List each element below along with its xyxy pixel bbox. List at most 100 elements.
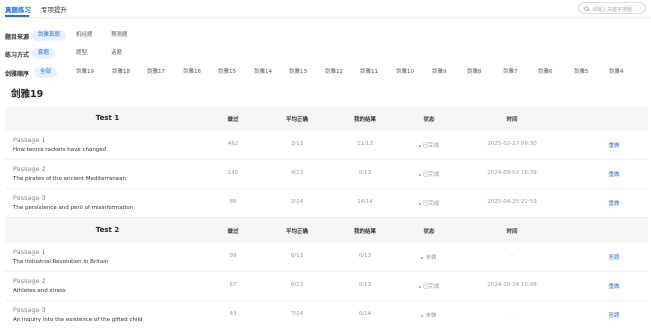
order-option-14[interactable]: 剑雅14 <box>248 67 278 78</box>
group-header: Test 1 做过 平均正确 我的结果 状态 时间 <box>5 106 648 131</box>
top-tab-bar: 真题练习 专项提升 请输入关键字搜题 <box>0 0 651 18</box>
status-badge: 已完成 <box>399 141 459 149</box>
completion-time: - <box>511 311 513 317</box>
passage-number: Passage 2 <box>13 277 46 285</box>
order-option-13[interactable]: 剑雅13 <box>283 67 313 78</box>
table-row: Passage 1 How tennis rackets have change… <box>5 131 648 160</box>
order-option-12[interactable]: 剑雅12 <box>319 67 349 78</box>
answer-button[interactable]: 答题 <box>599 311 629 319</box>
status-dot-icon <box>421 314 424 317</box>
order-option-10[interactable]: 剑雅10 <box>390 67 420 78</box>
column-done: 做过 <box>227 229 239 235</box>
avg-score: 7/14 <box>290 311 304 317</box>
done-count: 99 <box>229 253 237 259</box>
order-option-15[interactable]: 剑雅15 <box>212 67 242 78</box>
answer-button[interactable]: 答题 <box>599 253 629 261</box>
status-text: 未做 <box>425 255 437 261</box>
redo-button[interactable]: 重做 <box>599 282 629 290</box>
status-dot-icon <box>421 256 424 259</box>
completion-time: 2025-04-25 22:59 <box>487 199 537 205</box>
order-option-all[interactable]: 全部 <box>34 67 58 78</box>
table-row: Passage 2 The pirates of the ancient Med… <box>5 160 648 189</box>
order-option-17[interactable]: 剑雅17 <box>141 67 171 78</box>
passage-number: Passage 1 <box>13 248 46 256</box>
redo-button[interactable]: 重做 <box>599 170 629 178</box>
passage-title: The Industrial Revolution in Britain <box>13 259 109 265</box>
order-option-11[interactable]: 剑雅11 <box>354 67 384 78</box>
passage-number: Passage 3 <box>13 306 46 314</box>
done-count: 88 <box>229 199 237 205</box>
group-title: Test 2 <box>95 226 120 234</box>
done-count: 145 <box>227 170 239 176</box>
column-status: 状态 <box>423 229 435 235</box>
order-option-5[interactable]: 剑雅5 <box>568 67 595 78</box>
my-score: 0/13 <box>358 282 372 288</box>
status-dot-icon <box>418 285 421 288</box>
avg-score: 3/14 <box>290 199 304 205</box>
avg-score: 6/13 <box>290 282 304 288</box>
section-title: 剑雅19 <box>11 89 44 100</box>
avg-score: 4/13 <box>290 170 304 176</box>
status-dot-icon <box>418 144 421 147</box>
order-option-7[interactable]: 剑雅7 <box>497 67 524 78</box>
my-score: 0/13 <box>358 253 372 259</box>
status-badge: 未做 <box>399 311 459 319</box>
passage-number: Passage 3 <box>13 194 46 202</box>
redo-button[interactable]: 重做 <box>599 141 629 149</box>
status-badge: 已完成 <box>399 282 459 290</box>
order-option-16[interactable]: 剑雅16 <box>177 67 207 78</box>
status-badge: 已完成 <box>399 199 459 207</box>
column-avg: 平均正确 <box>285 117 308 123</box>
table-row: Passage 1 The Industrial Revolution in B… <box>5 243 648 272</box>
column-done: 做过 <box>227 117 239 123</box>
status-text: 已完成 <box>422 201 440 207</box>
search-icon <box>584 5 590 12</box>
redo-button[interactable]: 重做 <box>599 199 629 207</box>
mode-option-topic[interactable]: 话题 <box>105 48 128 59</box>
group-header: Test 2 做过 平均正确 我的结果 状态 时间 <box>5 218 648 243</box>
table-row: Passage 3 The persistence and peril of m… <box>5 189 648 218</box>
my-score: 0/14 <box>358 311 372 317</box>
passage-number: Passage 1 <box>13 136 46 144</box>
completion-time: - <box>511 253 513 259</box>
completion-time: 2024-10-24 10:48 <box>487 282 537 288</box>
order-option-19[interactable]: 剑雅19 <box>70 67 100 78</box>
status-text: 已完成 <box>422 172 440 178</box>
search-input[interactable]: 请输入关键字搜题 <box>592 6 632 13</box>
status-badge: 已完成 <box>399 170 459 178</box>
mode-option-set[interactable]: 套题 <box>32 48 56 59</box>
completion-time: 2024-09-02 16:39 <box>487 170 537 176</box>
done-count: 67 <box>229 282 237 288</box>
column-mine: 我的结果 <box>353 117 376 123</box>
done-count: 43 <box>229 311 237 317</box>
status-text: 已完成 <box>422 284 440 290</box>
tab-real-exam[interactable]: 真题练习 <box>5 4 31 14</box>
source-option-cambridge[interactable]: 剑雅真题 <box>32 30 67 41</box>
column-time: 时间 <box>506 117 518 123</box>
order-option-8[interactable]: 剑雅8 <box>461 67 488 78</box>
avg-score: 6/13 <box>290 253 304 259</box>
passage-number: Passage 2 <box>13 165 46 173</box>
order-option-4[interactable]: 剑雅4 <box>603 67 630 78</box>
avg-score: 3/13 <box>290 141 304 147</box>
group-title: Test 1 <box>95 114 120 122</box>
source-option-recall[interactable]: 机经题 <box>70 30 99 41</box>
passage-title: An inquiry into the existence of the gif… <box>13 317 143 323</box>
order-filter-label: 剑雅顺序 <box>5 71 30 78</box>
source-option-predict[interactable]: 预测题 <box>105 30 134 41</box>
mode-option-type[interactable]: 题型 <box>70 48 93 59</box>
column-status: 状态 <box>423 117 435 123</box>
column-time: 时间 <box>506 229 518 235</box>
search-box[interactable]: 请输入关键字搜题 <box>578 2 646 14</box>
my-score: 11/13 <box>357 141 373 147</box>
order-option-9[interactable]: 剑雅9 <box>426 67 453 78</box>
table-row: Passage 2 Athletes and stress 67 6/13 0/… <box>5 272 648 301</box>
my-score: 14/14 <box>357 199 373 205</box>
passage-title: The persistence and peril of misinformat… <box>13 205 134 211</box>
status-text: 未做 <box>425 313 437 319</box>
tab-special-training[interactable]: 专项提升 <box>41 4 67 14</box>
order-option-6[interactable]: 剑雅6 <box>532 67 559 78</box>
status-dot-icon <box>418 173 421 176</box>
order-option-18[interactable]: 剑雅18 <box>106 67 136 78</box>
active-tab-indicator <box>5 15 29 17</box>
